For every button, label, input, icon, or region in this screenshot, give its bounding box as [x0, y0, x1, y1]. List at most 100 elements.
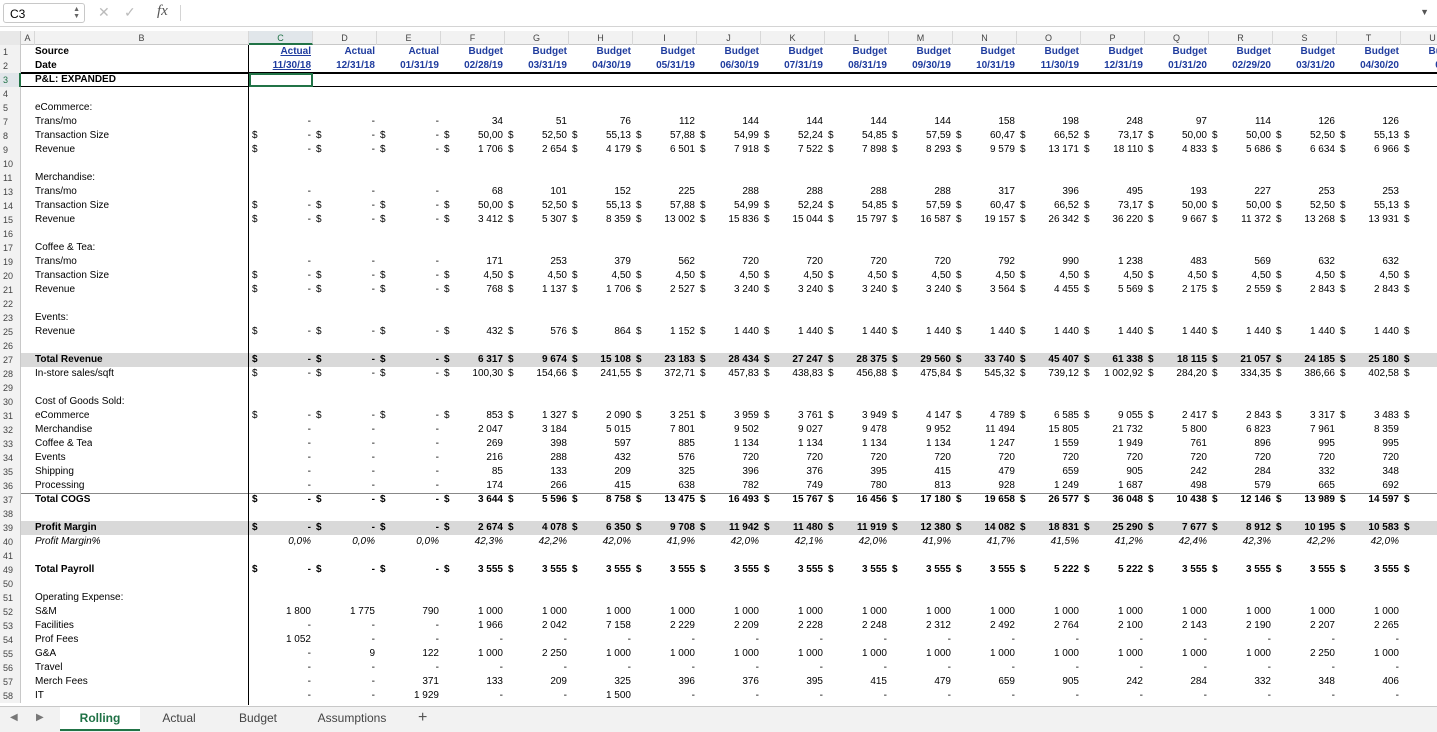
cell-p15[interactable]: 36 220	[1081, 213, 1143, 227]
cell-k13[interactable]: 288	[761, 185, 823, 199]
cell-j25[interactable]: 1 440	[697, 325, 759, 339]
cell-p36[interactable]: 1 687	[1081, 479, 1143, 493]
cell-h32[interactable]: 5 015	[569, 423, 631, 437]
cell-k49[interactable]: 3 555	[761, 563, 823, 577]
cell-i55[interactable]: 1 000	[633, 647, 695, 661]
cell-d27[interactable]: -	[313, 353, 375, 367]
cell-f36[interactable]: 174	[441, 479, 503, 493]
cell-d9[interactable]: -	[313, 143, 375, 157]
cell-m7[interactable]: 144	[889, 115, 951, 129]
cell-f55[interactable]: 1 000	[441, 647, 503, 661]
worksheet-grid[interactable]: ABCDEFGHIJKLMNOPQRSTU 1 Source Actual Actua…	[0, 31, 1437, 706]
cell-j36[interactable]: 782	[697, 479, 759, 493]
cell-f58[interactable]: -	[441, 689, 503, 703]
cell-r33[interactable]: 896	[1209, 437, 1271, 451]
row-header-11[interactable]: 11	[0, 171, 21, 185]
cell-o28[interactable]: 739,12	[1017, 367, 1079, 381]
cell-p37[interactable]: 36 048	[1081, 493, 1143, 507]
row-header-15[interactable]: 15	[0, 213, 21, 227]
cell-k55[interactable]: 1 000	[761, 647, 823, 661]
cell-p53[interactable]: 2 100	[1081, 619, 1143, 633]
row-header-53[interactable]: 53	[0, 619, 21, 633]
cell-u56[interactable]: -	[1401, 661, 1437, 675]
row-header-31[interactable]: 31	[0, 409, 21, 423]
cell-m33[interactable]: 1 134	[889, 437, 951, 451]
row-label[interactable]: Coffee & Tea	[35, 437, 92, 451]
cell-f28[interactable]: 100,30	[441, 367, 503, 381]
cell-q25[interactable]: 1 440	[1145, 325, 1207, 339]
cell-i34[interactable]: 576	[633, 451, 695, 465]
cell-d19[interactable]: -	[313, 255, 375, 269]
cell-g54[interactable]: -	[505, 633, 567, 647]
cell-f35[interactable]: 85	[441, 465, 503, 479]
cell-f9[interactable]: 1 706	[441, 143, 503, 157]
cell-d37[interactable]: -	[313, 493, 375, 507]
cell-n39[interactable]: 14 082	[953, 521, 1015, 535]
row-label[interactable]: Operating Expense:	[35, 591, 123, 605]
row-header-26[interactable]: 26	[0, 339, 21, 353]
cell-k20[interactable]: 4,50	[761, 269, 823, 283]
cell-p14[interactable]: 73,17	[1081, 199, 1143, 213]
row-header-9[interactable]: 9	[0, 143, 21, 157]
cell-r1[interactable]: Budget	[1209, 45, 1271, 59]
cell-t52[interactable]: 1 000	[1337, 605, 1399, 619]
cell-q35[interactable]: 242	[1145, 465, 1207, 479]
cell-c58[interactable]: -	[249, 689, 311, 703]
cell-p39[interactable]: 25 290	[1081, 521, 1143, 535]
cell-d20[interactable]: -	[313, 269, 375, 283]
row-header-55[interactable]: 55	[0, 647, 21, 661]
cell-c13[interactable]: -	[249, 185, 311, 199]
row-label[interactable]: Events:	[35, 311, 68, 325]
cell-c2[interactable]: 11/30/18	[249, 59, 311, 73]
cell-c54[interactable]: 1 052	[249, 633, 311, 647]
cell-m25[interactable]: 1 440	[889, 325, 951, 339]
cell-i54[interactable]: -	[633, 633, 695, 647]
cell-t31[interactable]: 3 483	[1337, 409, 1399, 423]
cell-f14[interactable]: 50,00	[441, 199, 503, 213]
cell-t33[interactable]: 995	[1337, 437, 1399, 451]
cell-l57[interactable]: 415	[825, 675, 887, 689]
cell-d52[interactable]: 1 775	[313, 605, 375, 619]
cell-m36[interactable]: 813	[889, 479, 951, 493]
cell-i52[interactable]: 1 000	[633, 605, 695, 619]
column-header-m[interactable]: M	[889, 31, 953, 45]
cell-s14[interactable]: 52,50	[1273, 199, 1335, 213]
row-header-13[interactable]: 13	[0, 185, 21, 199]
row-label[interactable]: Facilities	[35, 619, 74, 633]
cell-p13[interactable]: 495	[1081, 185, 1143, 199]
row-header-28[interactable]: 28	[0, 367, 21, 381]
cell-h31[interactable]: 2 090	[569, 409, 631, 423]
cell-p56[interactable]: -	[1081, 661, 1143, 675]
cell-p20[interactable]: 4,50	[1081, 269, 1143, 283]
row-label[interactable]: Transaction Size	[35, 129, 109, 143]
column-header-a[interactable]: A	[21, 31, 35, 45]
column-header-q[interactable]: Q	[1145, 31, 1209, 45]
cell-j32[interactable]: 9 502	[697, 423, 759, 437]
cell-j7[interactable]: 144	[697, 115, 759, 129]
row-header-21[interactable]: 21	[0, 283, 21, 297]
cell-m56[interactable]: -	[889, 661, 951, 675]
cell-r36[interactable]: 579	[1209, 479, 1271, 493]
cell-i58[interactable]: -	[633, 689, 695, 703]
row-header-8[interactable]: 8	[0, 129, 21, 143]
cell-g32[interactable]: 3 184	[505, 423, 567, 437]
cell-r54[interactable]: -	[1209, 633, 1271, 647]
cell-j49[interactable]: 3 555	[697, 563, 759, 577]
cell-s55[interactable]: 2 250	[1273, 647, 1335, 661]
cell-l56[interactable]: -	[825, 661, 887, 675]
cell-l2[interactable]: 08/31/19	[825, 59, 887, 73]
cell-j19[interactable]: 720	[697, 255, 759, 269]
cell-s19[interactable]: 632	[1273, 255, 1335, 269]
cell-g39[interactable]: 4 078	[505, 521, 567, 535]
sheet-tab-actual[interactable]: Actual	[142, 707, 216, 731]
cell-e20[interactable]: -	[377, 269, 439, 283]
cell-h9[interactable]: 4 179	[569, 143, 631, 157]
cell-k37[interactable]: 15 767	[761, 493, 823, 507]
cell-d33[interactable]: -	[313, 437, 375, 451]
cell-j54[interactable]: -	[697, 633, 759, 647]
cell-r35[interactable]: 284	[1209, 465, 1271, 479]
cell-l54[interactable]: -	[825, 633, 887, 647]
cell-t40[interactable]: 42,0%	[1337, 535, 1399, 549]
cell-g36[interactable]: 266	[505, 479, 567, 493]
cell-c55[interactable]: -	[249, 647, 311, 661]
